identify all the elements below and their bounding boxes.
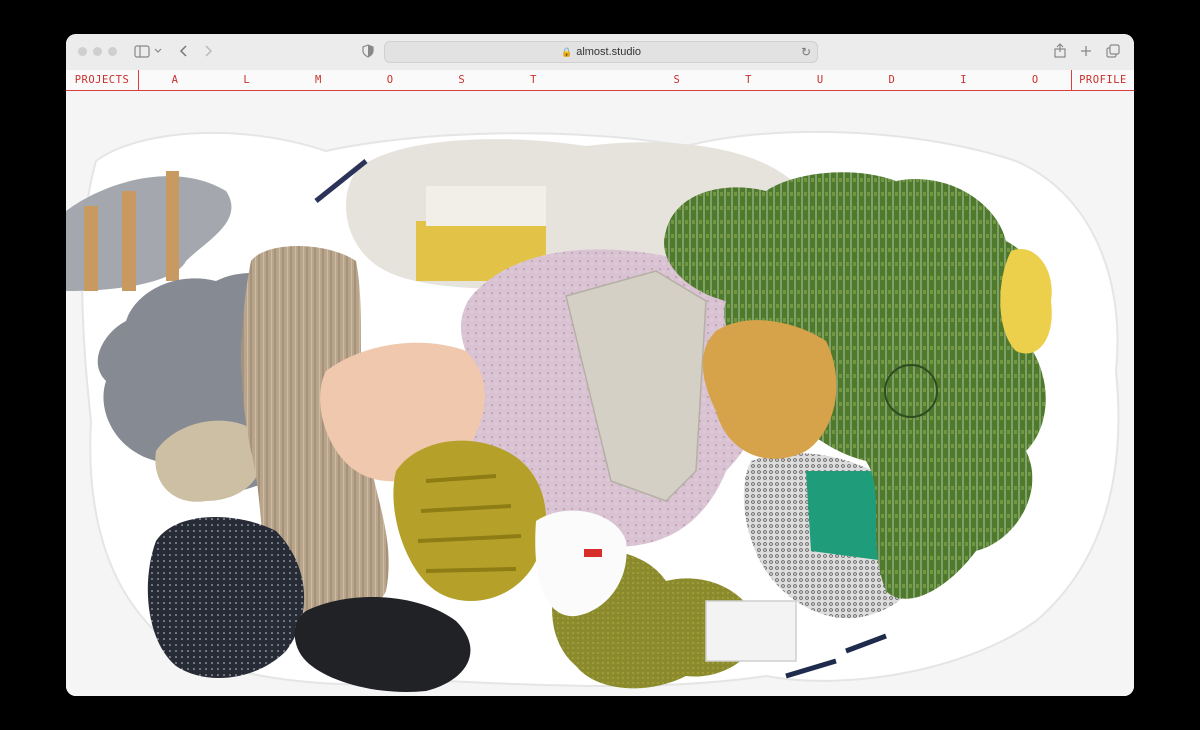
title-letter: D xyxy=(888,74,895,86)
profile-link[interactable]: PROFILE xyxy=(1071,70,1134,90)
site-header: PROJECTS A L M O S T S T U D I O PROFILE xyxy=(66,70,1134,91)
address-bar[interactable]: 🔒 almost.studio ↻ xyxy=(384,41,818,63)
title-letter: T xyxy=(530,74,537,86)
title-letter: S xyxy=(458,74,465,86)
reload-icon[interactable]: ↻ xyxy=(801,42,811,62)
wood-post xyxy=(166,171,179,281)
title-letter: S xyxy=(673,74,680,86)
title-letter: O xyxy=(1031,74,1039,86)
share-icon[interactable] xyxy=(1054,43,1066,58)
minimize-window-button[interactable] xyxy=(93,47,102,56)
red-sign xyxy=(584,549,602,557)
white-shelf xyxy=(426,186,546,226)
teal-curtain xyxy=(806,471,886,561)
collage-canvas xyxy=(66,130,1120,692)
wood-post xyxy=(122,191,136,291)
title-letter: I xyxy=(960,74,967,86)
dark-carpet-photo xyxy=(147,517,305,678)
url-text: almost.studio xyxy=(576,46,642,58)
back-icon[interactable] xyxy=(179,44,188,58)
title-letter: U xyxy=(816,74,824,86)
chevron-down-icon[interactable] xyxy=(154,48,162,54)
shield-icon[interactable] xyxy=(362,44,374,58)
forward-icon[interactable] xyxy=(204,44,213,58)
site-title: A L M O S T S T U D I O xyxy=(139,70,1071,90)
title-letter: M xyxy=(315,74,322,86)
lock-icon: 🔒 xyxy=(560,47,573,57)
browser-window: 🔒almost.studio ↻ PROJECTS A L M O S T S xyxy=(66,34,1134,696)
yellow-accent xyxy=(1000,249,1052,354)
zoom-window-button[interactable] xyxy=(108,47,117,56)
title-letter: T xyxy=(745,74,752,86)
wood-post xyxy=(84,206,98,291)
title-letter: L xyxy=(243,74,250,86)
browser-toolbar: 🔒 almost.studio ↻ xyxy=(66,34,1134,71)
close-window-button[interactable] xyxy=(78,47,87,56)
title-letter: A xyxy=(171,74,178,86)
sidebar-icon[interactable] xyxy=(134,45,150,58)
project-collage xyxy=(66,91,1134,696)
new-tab-icon[interactable] xyxy=(1080,45,1092,57)
projects-link[interactable]: PROJECTS xyxy=(66,70,139,90)
white-cube xyxy=(705,600,797,662)
tabs-overview-icon[interactable] xyxy=(1106,44,1120,58)
title-letter: O xyxy=(386,74,394,86)
